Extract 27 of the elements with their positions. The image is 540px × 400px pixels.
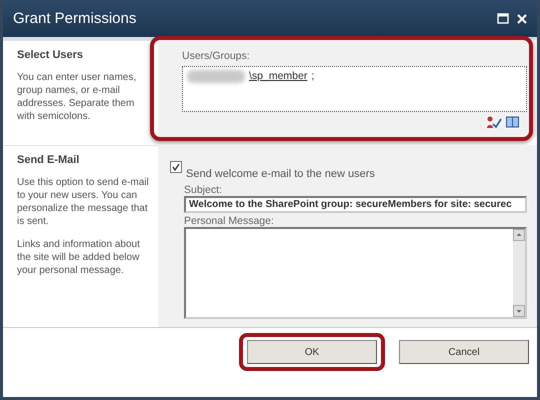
redacted-text [187,70,245,83]
window-title: Grant Permissions [13,10,138,27]
check-icon [172,163,180,171]
scroll-up-icon[interactable] [513,229,525,241]
scroll-down-icon[interactable] [513,305,525,317]
maximize-icon[interactable] [497,13,509,24]
scrollbar[interactable] [513,229,525,317]
section-description: Use this option to send e-mail to your new users. You can personalize the message that is sent. [17,176,150,228]
field-label: Subject: [184,184,223,196]
field-label: Users/Groups: [182,50,251,62]
subject-field[interactable]: Welcome to the SharePoint group: secureMembers for site: securec [184,196,527,213]
separator-text: ; [311,70,314,82]
check-names-icon[interactable] [486,116,502,129]
dialog-button[interactable]: Cancel [399,340,529,364]
field-label: Personal Message: [184,215,275,227]
message-field[interactable] [184,227,527,319]
section-description: You can enter user names, group names, or e-mail addresses. Separate them with semicolons. [17,71,138,123]
dialog-button[interactable]: OK [247,340,377,364]
close-icon[interactable] [517,14,527,24]
user-entry[interactable]: \sp_member [249,70,308,82]
users-field[interactable]: \sp_member ; [182,66,527,112]
section-heading: Send E-Mail [17,154,80,166]
section-heading: Select Users [17,49,84,61]
checkbox[interactable] [170,161,182,173]
section-description: Links and information about the site will be added below your personal message. [17,238,141,277]
address-book-icon[interactable] [506,116,519,128]
checkbox-label: Send welcome e-mail to the new users [186,168,375,180]
